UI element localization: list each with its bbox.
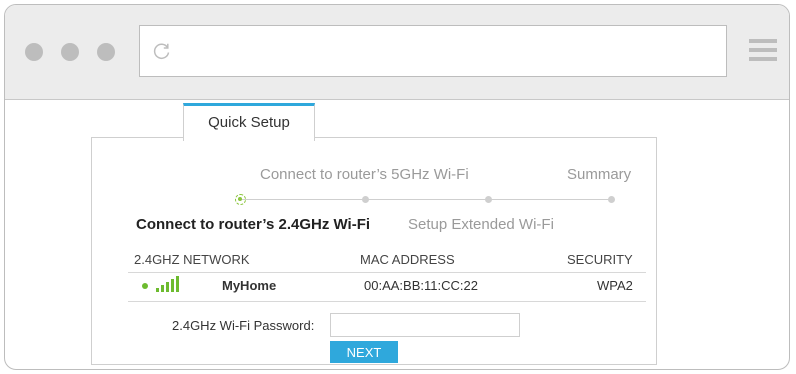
hamburger-menu-icon[interactable] (749, 39, 777, 65)
column-header-network: 2.4GHZ NETWORK (134, 252, 250, 267)
wifi-signal-icon (156, 276, 182, 292)
step-node-5ghz (362, 196, 369, 203)
window-minimize-dot[interactable] (61, 43, 79, 61)
step-node-summary (608, 196, 615, 203)
step-setup-extended: Setup Extended Wi-Fi (408, 216, 554, 233)
selected-indicator-icon (142, 283, 148, 289)
next-button[interactable]: NEXT (330, 341, 398, 363)
progress-track (238, 199, 614, 200)
step-connect-5ghz: Connect to router’s 5GHz Wi-Fi (260, 166, 469, 183)
quick-setup-panel: Connect to router’s 5GHz Wi-Fi Summary C… (91, 137, 657, 365)
window-maximize-dot[interactable] (97, 43, 115, 61)
column-header-mac: MAC ADDRESS (360, 252, 455, 267)
browser-window: Quick Setup Connect to router’s 5GHz Wi-… (4, 4, 790, 370)
address-bar[interactable] (139, 25, 727, 77)
tab-quick-setup[interactable]: Quick Setup (183, 103, 315, 141)
security-type: WPA2 (597, 278, 633, 293)
step-summary: Summary (567, 166, 632, 183)
step-node-active (235, 194, 246, 205)
window-close-dot[interactable] (25, 43, 43, 61)
password-input[interactable] (330, 313, 520, 337)
column-header-security: SECURITY (567, 252, 633, 267)
table-row-divider (128, 301, 646, 302)
password-label: 2.4GHz Wi-Fi Password: (172, 318, 315, 333)
network-name: MyHome (222, 278, 277, 293)
step-connect-24ghz: Connect to router’s 2.4GHz Wi-Fi (136, 216, 371, 233)
reload-icon[interactable] (152, 41, 172, 61)
step-node-extended (485, 196, 492, 203)
mac-address: 00:AA:BB:11:CC:22 (364, 278, 478, 293)
browser-titlebar (5, 5, 789, 100)
table-header-divider (128, 272, 646, 273)
